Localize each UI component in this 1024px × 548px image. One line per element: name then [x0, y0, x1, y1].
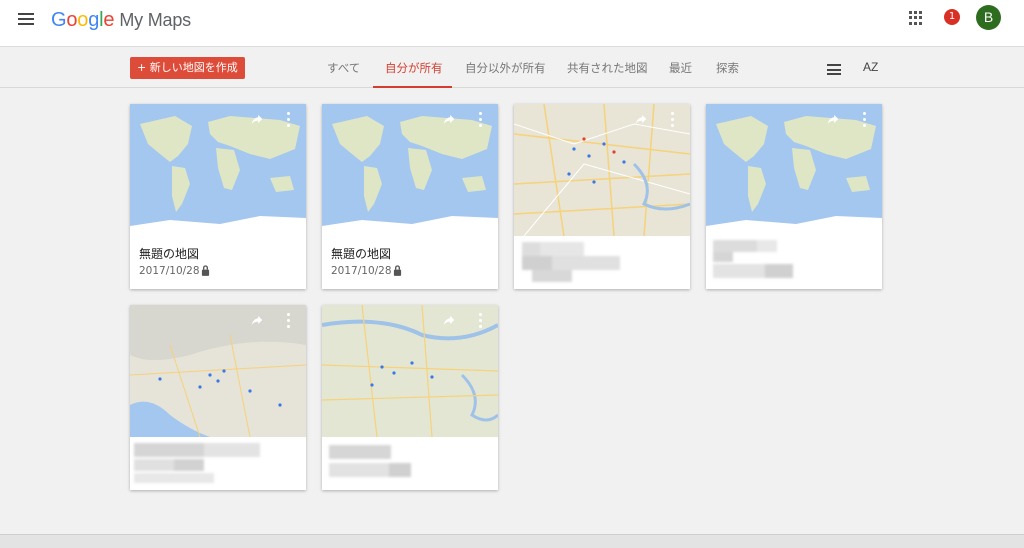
product-name: My Maps [119, 10, 191, 30]
map-card[interactable] [130, 305, 306, 490]
sort-az-icon[interactable]: AZ [863, 60, 878, 74]
notification-badge[interactable]: 1 [944, 9, 960, 25]
bottom-edge [0, 534, 1024, 548]
tab-shared[interactable]: 共有された地図 [567, 47, 648, 89]
share-icon[interactable] [250, 112, 264, 126]
map-card[interactable]: 無題の地図 2017/10/28 [322, 104, 498, 289]
tab-all[interactable]: すべて [327, 47, 360, 89]
card-date: 2017/10/28 [331, 265, 392, 277]
map-thumbnail [130, 104, 306, 236]
tab-explore[interactable]: 探索 [716, 47, 739, 89]
more-vert-icon[interactable] [479, 112, 483, 127]
app-bar: Google My Maps 1 B [0, 0, 1024, 46]
avatar[interactable]: B [976, 5, 1001, 30]
tab-owned-by-others[interactable]: 自分以外が所有 [465, 47, 546, 89]
lock-icon [393, 265, 402, 276]
share-icon[interactable] [250, 313, 264, 327]
card-title: 無題の地図 [139, 247, 200, 261]
active-tab-indicator [373, 86, 452, 88]
google-my-maps-logo[interactable]: Google My Maps [51, 9, 191, 32]
card-date: 2017/10/28 [139, 265, 200, 277]
more-vert-icon[interactable] [671, 112, 675, 127]
more-vert-icon[interactable] [287, 313, 291, 328]
menu-icon[interactable] [18, 13, 34, 27]
more-vert-icon[interactable] [287, 112, 291, 127]
share-icon[interactable] [634, 112, 648, 126]
more-vert-icon[interactable] [479, 313, 483, 328]
map-card[interactable] [514, 104, 690, 289]
share-icon[interactable] [826, 112, 840, 126]
apps-grid-icon[interactable] [909, 11, 923, 25]
share-icon[interactable] [442, 313, 456, 327]
tab-owned-by-me[interactable]: 自分が所有 [385, 47, 443, 89]
create-new-map-button[interactable]: + 新しい地図を作成 [130, 57, 245, 79]
list-view-icon[interactable] [827, 64, 841, 75]
redacted-info [134, 443, 264, 485]
redacted-info [713, 240, 795, 280]
map-thumbnail [130, 305, 306, 437]
lock-icon [201, 265, 210, 276]
map-thumbnail [322, 104, 498, 236]
tab-recent[interactable]: 最近 [669, 47, 692, 89]
map-thumbnail [322, 305, 498, 437]
redacted-info [522, 242, 620, 284]
map-thumbnail [514, 104, 690, 236]
toolbar: + 新しい地図を作成 すべて 自分が所有 自分以外が所有 共有された地図 最近 … [0, 46, 1024, 88]
map-card[interactable]: 無題の地図 2017/10/28 [130, 104, 306, 289]
map-card[interactable] [322, 305, 498, 490]
map-card[interactable] [706, 104, 882, 289]
more-vert-icon[interactable] [863, 112, 867, 127]
redacted-info [329, 445, 413, 483]
map-thumbnail [706, 104, 882, 236]
share-icon[interactable] [442, 112, 456, 126]
card-title: 無題の地図 [331, 247, 392, 261]
